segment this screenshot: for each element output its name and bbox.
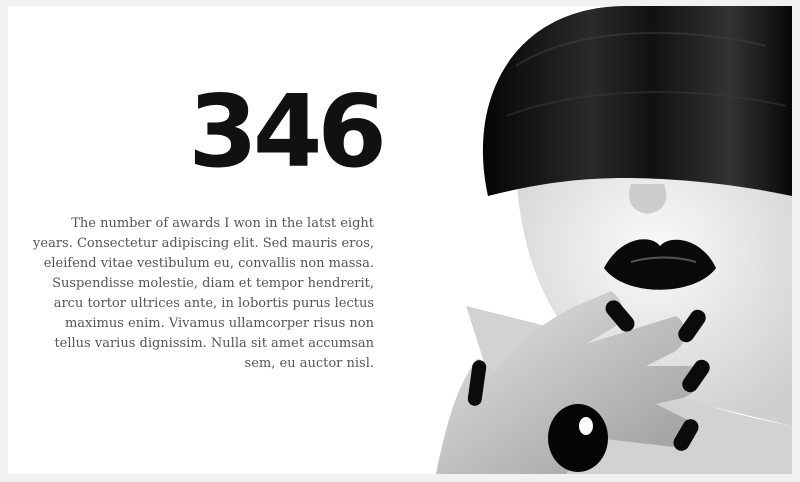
portrait-image bbox=[426, 6, 792, 474]
ring-shape bbox=[548, 404, 608, 472]
hair-shape bbox=[482, 6, 792, 196]
stats-section: 346 The number of awards I won in the la… bbox=[8, 6, 792, 474]
stat-number: 346 bbox=[188, 73, 387, 190]
stat-description: The number of awards I won in the latst … bbox=[33, 216, 374, 371]
